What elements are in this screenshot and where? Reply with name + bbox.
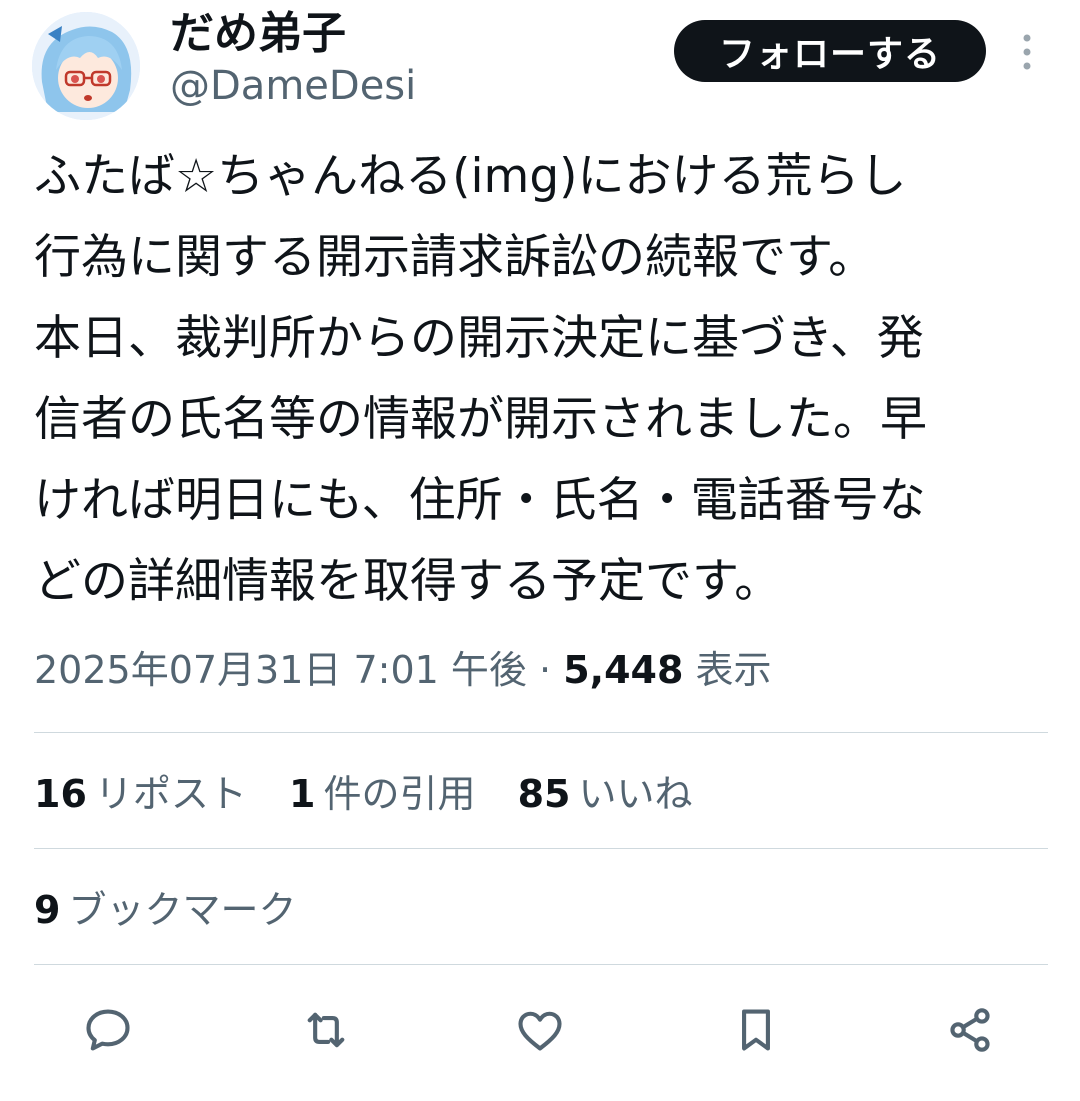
follow-button[interactable]: フォローする — [674, 20, 986, 82]
reposts-label: リポスト — [94, 772, 247, 816]
quotes-count: 1 — [289, 772, 316, 816]
engagement-stats: 16 リポスト 1 件の引用 85 いいね — [34, 764, 722, 824]
bookmarks-label: ブックマーク — [68, 888, 297, 932]
reposts-count: 16 — [34, 772, 87, 816]
share-button[interactable] — [940, 1000, 1000, 1060]
reply-icon — [86, 1009, 130, 1051]
tweet-text-line: 行為に関する開示請求訴訟の続報です。 — [34, 230, 876, 285]
likes-count: 85 — [517, 772, 571, 816]
repost-button[interactable] — [296, 1000, 356, 1060]
bookmarks-count: 9 — [34, 888, 61, 932]
more-vertical-icon — [1023, 34, 1031, 70]
meta-separator: · — [539, 648, 552, 692]
bookmark-icon — [742, 1009, 770, 1051]
quotes-stat[interactable]: 1 件の引用 — [289, 764, 475, 824]
avatar[interactable] — [32, 12, 140, 120]
tweet-text: ふたば☆ちゃんねる(img)における荒らし 行為に関する開示請求訴訟の続報です。… — [34, 136, 1054, 622]
tweet-text-line: 本日、裁判所からの開示決定に基づき、発 — [34, 311, 924, 366]
tweet-text-line: ければ明日にも、住所・氏名・電話番号な — [34, 473, 926, 528]
reposts-stat[interactable]: 16 リポスト — [34, 764, 247, 824]
divider — [34, 732, 1048, 733]
bookmark-button[interactable] — [726, 1000, 786, 1060]
divider — [34, 848, 1048, 849]
author-handle[interactable]: @DameDesi — [170, 62, 416, 110]
quotes-label: 件の引用 — [323, 772, 476, 816]
like-button[interactable] — [510, 1000, 570, 1060]
author-display-name[interactable]: だめ弟子 — [170, 8, 346, 60]
tweet-text-line: どの詳細情報を取得する予定です。 — [34, 554, 782, 609]
repost-icon — [307, 1012, 345, 1048]
tweet-detail-page: だめ弟子 @DameDesi フォローする ふたば☆ちゃんねる(img)における… — [0, 0, 1080, 1101]
more-options-button[interactable] — [1010, 30, 1044, 74]
tweet-timestamp[interactable]: 2025年07月31日 7:01 午後 — [34, 648, 527, 692]
like-icon — [518, 1011, 562, 1051]
views-label: 表示 — [695, 648, 772, 692]
tweet-header: だめ弟子 @DameDesi フォローする — [0, 0, 1080, 130]
tweet-meta: 2025年07月31日 7:01 午後 · 5,448 表示 — [34, 640, 772, 700]
tweet-text-line: 信者の氏名等の情報が開示されました。早 — [34, 392, 927, 447]
reply-button[interactable] — [78, 1000, 138, 1060]
bookmarks-stat[interactable]: 9 ブックマーク — [34, 880, 296, 940]
avatar-image — [32, 12, 140, 120]
tweet-text-line: ふたば☆ちゃんねる(img)における荒らし — [34, 149, 907, 204]
views-count: 5,448 — [563, 648, 684, 692]
divider — [34, 964, 1048, 965]
share-icon — [950, 1008, 990, 1052]
likes-label: いいね — [578, 772, 693, 816]
likes-stat[interactable]: 85 いいね — [518, 764, 693, 824]
